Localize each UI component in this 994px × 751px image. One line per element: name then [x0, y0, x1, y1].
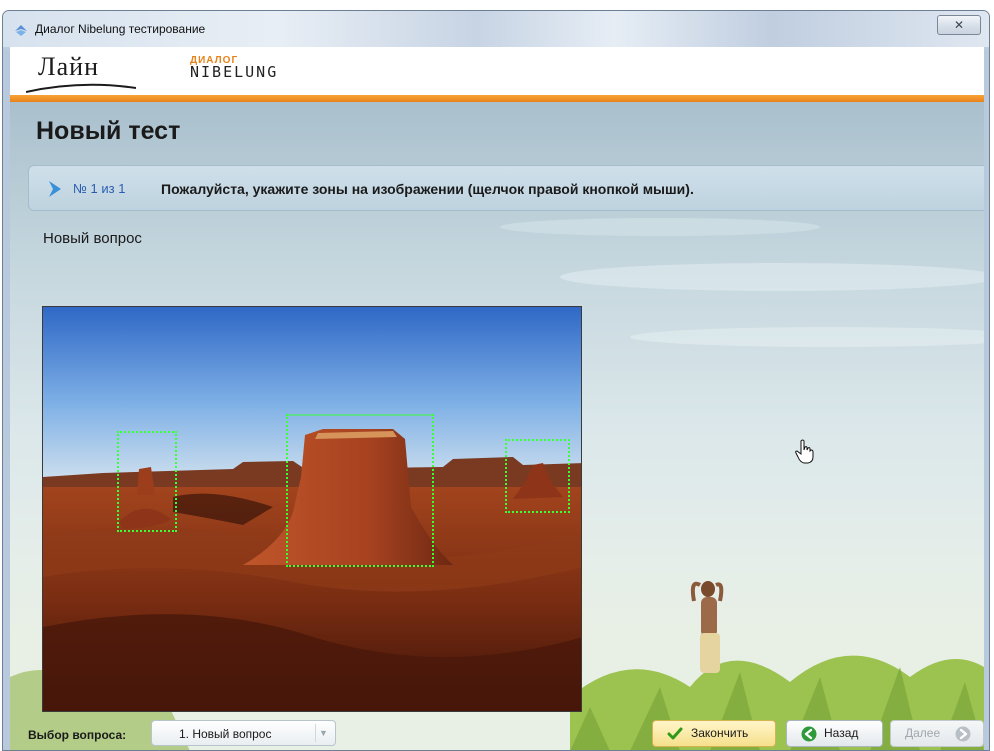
back-arrow-icon: [801, 726, 817, 742]
brand-accent-line: [10, 95, 984, 102]
bottom-bar: Выбор вопроса: 1. Новый вопрос ▼ Закончи…: [10, 713, 984, 750]
question-body: Новый вопрос: [43, 230, 142, 247]
finish-button[interactable]: Закончить: [652, 720, 776, 747]
window-title: Диалог Nibelung тестирование: [35, 22, 206, 36]
question-select-value: 1. Новый вопрос: [179, 727, 272, 741]
back-button[interactable]: Назад: [786, 720, 883, 747]
app-icon: [15, 25, 27, 36]
next-button[interactable]: Далее: [890, 720, 984, 747]
client-area: Лайн ДИАЛОГ NIBELUNG Новый тест № 1 из 1…: [10, 47, 984, 750]
chevron-right-icon: [49, 181, 61, 197]
question-image[interactable]: [42, 306, 582, 712]
page-title: Новый тест: [36, 117, 181, 145]
next-arrow-icon: [955, 726, 971, 742]
next-button-label: Далее: [905, 726, 941, 740]
finish-button-label: Закончить: [691, 726, 749, 740]
close-icon: ✕: [953, 18, 965, 32]
close-button[interactable]: ✕: [937, 15, 981, 35]
question-number: № 1 из 1: [73, 181, 126, 196]
title-bar[interactable]: Диалог Nibelung тестирование ✕: [3, 11, 989, 47]
chevron-down-icon[interactable]: ▼: [315, 724, 331, 742]
logo-text: Лайн: [38, 52, 100, 81]
brand-bar: Лайн ДИАЛОГ NIBELUNG: [10, 47, 984, 95]
hand-cursor-icon: [795, 439, 814, 464]
back-button-label: Назад: [824, 726, 859, 740]
answer-zone[interactable]: [117, 431, 177, 532]
logo-subtitle: NIBELUNG: [190, 63, 279, 81]
question-select-label: Выбор вопроса:: [28, 728, 127, 742]
app-window: Диалог Nibelung тестирование ✕ Лайн ДИАЛ…: [2, 10, 990, 751]
answer-zone[interactable]: [505, 439, 570, 513]
question-instruction: Пожалуйста, укажите зоны на изображении …: [161, 181, 694, 197]
logo-swoosh: [26, 83, 136, 93]
question-select[interactable]: 1. Новый вопрос ▼: [151, 720, 336, 746]
question-bar: № 1 из 1 Пожалуйста, укажите зоны на изо…: [28, 165, 984, 211]
answer-zone[interactable]: [286, 414, 434, 567]
checkmark-icon: [667, 727, 683, 740]
